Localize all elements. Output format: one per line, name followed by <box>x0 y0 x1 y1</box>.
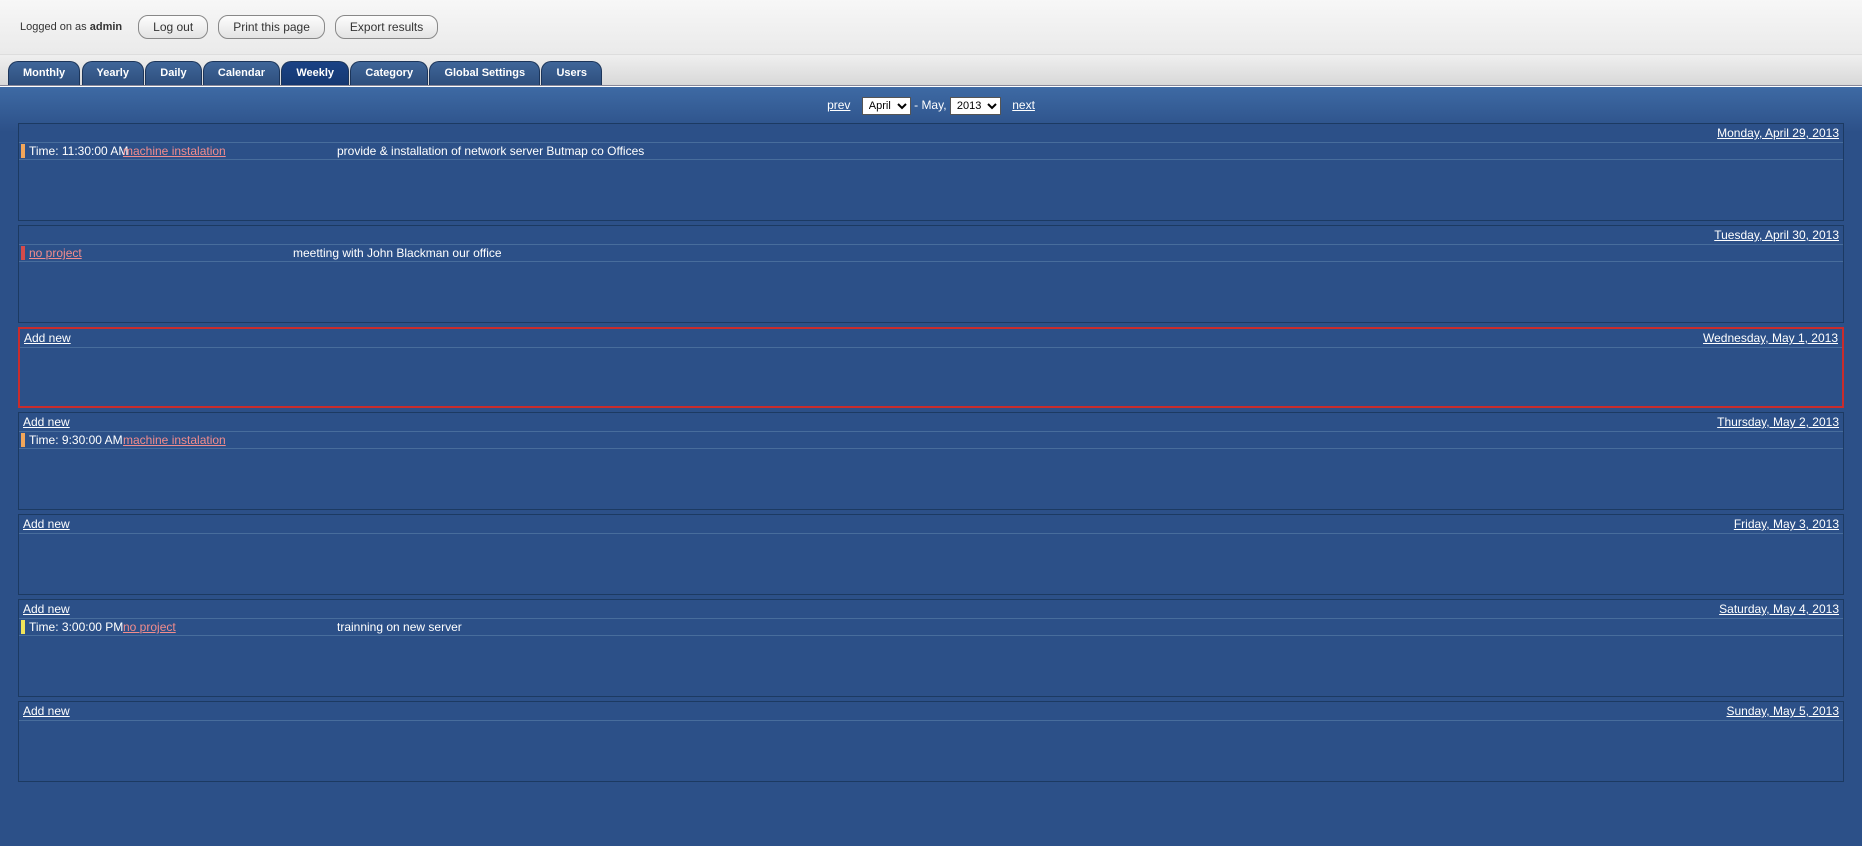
day-body <box>19 636 1843 696</box>
event-row[interactable]: Time: 9:30:00 AM machine instalation <box>19 432 1843 449</box>
login-status: Logged on as admin <box>20 21 122 33</box>
day-saturday: Add new Saturday, May 4, 2013 Time: 3:00… <box>18 599 1844 697</box>
day-header[interactable]: Friday, May 3, 2013 <box>19 515 1843 534</box>
event-project-link[interactable]: no project <box>123 620 253 634</box>
tab-category[interactable]: Category <box>350 61 428 85</box>
prev-link[interactable]: prev <box>827 98 850 112</box>
day-header[interactable]: Monday, April 29, 2013 <box>19 124 1843 143</box>
year-select[interactable]: 2013 <box>950 97 1001 115</box>
day-header[interactable]: Tuesday, April 30, 2013 <box>19 226 1843 245</box>
day-header[interactable]: Wednesday, May 1, 2013 <box>20 329 1842 348</box>
date-nav: prev April - May, 2013 next <box>0 87 1862 123</box>
event-project-link[interactable]: machine instalation <box>123 433 253 447</box>
tab-calendar[interactable]: Calendar <box>203 61 280 85</box>
event-project-link[interactable]: no project <box>29 246 149 260</box>
day-header[interactable]: Sunday, May 5, 2013 <box>19 702 1843 721</box>
add-new-link[interactable]: Add new <box>23 704 70 718</box>
month-select[interactable]: April <box>862 97 911 115</box>
event-description: meetting with John Blackman our office <box>293 246 502 260</box>
event-row[interactable]: Time: 3:00:00 PM no project trainning on… <box>19 619 1843 636</box>
day-friday: Add new Friday, May 3, 2013 <box>18 514 1844 595</box>
day-tuesday: Tuesday, April 30, 2013 no project meett… <box>18 225 1844 323</box>
print-button[interactable]: Print this page <box>218 15 325 39</box>
add-new-link[interactable]: Add new <box>23 517 70 531</box>
day-body <box>19 262 1843 322</box>
logout-button[interactable]: Log out <box>138 15 208 39</box>
event-time: Time: 11:30:00 AM <box>29 144 119 158</box>
event-row[interactable]: no project meetting with John Blackman o… <box>19 245 1843 262</box>
event-project-link[interactable]: machine instalation <box>123 144 253 158</box>
day-body <box>20 348 1842 406</box>
tab-yearly[interactable]: Yearly <box>82 61 144 85</box>
event-description: provide & installation of network server… <box>337 144 644 158</box>
event-description: trainning on new server <box>337 620 462 634</box>
day-wednesday: Add new Wednesday, May 1, 2013 <box>18 327 1844 408</box>
day-body <box>19 449 1843 509</box>
event-color-tag <box>21 144 25 158</box>
login-user: admin <box>90 21 122 33</box>
day-sunday: Add new Sunday, May 5, 2013 <box>18 701 1844 782</box>
add-new-link[interactable]: Add new <box>23 415 70 429</box>
tab-daily[interactable]: Daily <box>145 61 201 85</box>
nav-tabs: Monthly Yearly Daily Calendar Weekly Cat… <box>0 55 1862 86</box>
add-new-link[interactable]: Add new <box>23 602 70 616</box>
content-area: prev April - May, 2013 next Monday, Apri… <box>0 86 1862 846</box>
nav-sep-text: - May, <box>914 98 950 112</box>
event-color-tag <box>21 620 25 634</box>
event-time: Time: 9:30:00 AM <box>29 433 119 447</box>
add-new-link[interactable]: Add new <box>24 331 71 345</box>
day-body <box>19 160 1843 220</box>
next-link[interactable]: next <box>1012 98 1035 112</box>
login-prefix: Logged on as <box>20 21 90 33</box>
day-header[interactable]: Thursday, May 2, 2013 <box>19 413 1843 432</box>
top-bar: Logged on as admin Log out Print this pa… <box>0 0 1862 55</box>
event-color-tag <box>21 433 25 447</box>
week-container: Monday, April 29, 2013 Time: 11:30:00 AM… <box>18 123 1844 782</box>
tab-global-settings[interactable]: Global Settings <box>429 61 540 85</box>
tab-weekly[interactable]: Weekly <box>281 61 349 85</box>
day-body <box>19 721 1843 781</box>
event-time: Time: 3:00:00 PM <box>29 620 119 634</box>
tab-users[interactable]: Users <box>541 61 602 85</box>
day-monday: Monday, April 29, 2013 Time: 11:30:00 AM… <box>18 123 1844 221</box>
event-row[interactable]: Time: 11:30:00 AM machine instalation pr… <box>19 143 1843 160</box>
day-body <box>19 534 1843 594</box>
export-button[interactable]: Export results <box>335 15 438 39</box>
event-color-tag <box>21 246 25 260</box>
day-thursday: Add new Thursday, May 2, 2013 Time: 9:30… <box>18 412 1844 510</box>
tab-monthly[interactable]: Monthly <box>8 61 80 85</box>
day-header[interactable]: Saturday, May 4, 2013 <box>19 600 1843 619</box>
